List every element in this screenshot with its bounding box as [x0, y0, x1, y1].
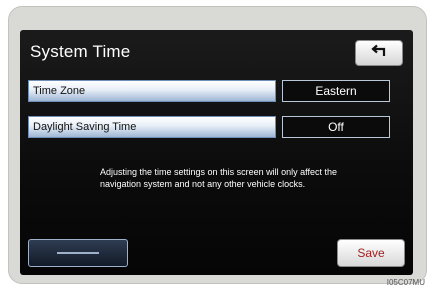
back-button[interactable]: [355, 40, 403, 66]
map-icon: [57, 252, 99, 254]
save-button[interactable]: Save: [337, 239, 405, 267]
back-arrow-icon: [369, 44, 389, 63]
page-title: System Time: [30, 42, 131, 61]
time-zone-row[interactable]: Time Zone Eastern: [28, 80, 390, 102]
map-button[interactable]: [28, 239, 128, 267]
time-zone-label: Time Zone: [28, 80, 276, 102]
time-zone-value-button[interactable]: Eastern: [282, 80, 390, 102]
navigation-screen: System Time Time Zone Eastern Daylight S…: [20, 30, 413, 275]
daylight-saving-row[interactable]: Daylight Saving Time Off: [28, 116, 390, 138]
info-note: Adjusting the time settings on this scre…: [100, 167, 337, 189]
figure-code: I05C07MU: [386, 278, 425, 287]
daylight-saving-label: Daylight Saving Time: [28, 116, 276, 138]
daylight-saving-value-button[interactable]: Off: [282, 116, 390, 138]
